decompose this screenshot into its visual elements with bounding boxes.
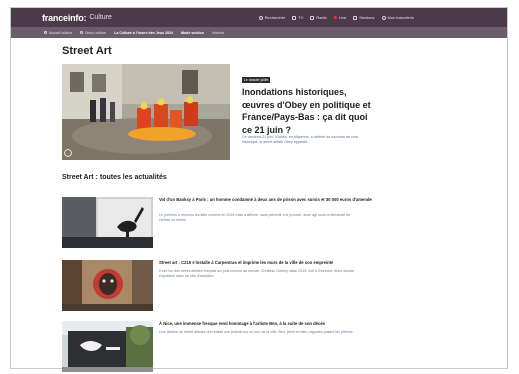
user-icon (381, 15, 386, 20)
nav-tv-label: TV (298, 15, 304, 20)
article-image[interactable] (62, 197, 153, 248)
site-header: franceinfo: Culture Rechercher TV Radio … (11, 8, 507, 27)
article-item[interactable]: Street art : C215 s'installe à Carpentra… (62, 260, 392, 312)
article-item[interactable]: À Nice, une immense fresque rend hommage… (62, 321, 392, 373)
subnav-item-jeux[interactable]: La Culture à l'heure des Jeux 2024 (114, 31, 173, 35)
c215-portrait-photo (62, 260, 153, 311)
nav-sections-label: Sections (359, 15, 375, 20)
article-title[interactable]: Vol d'un Banksy à Paris : un homme conda… (159, 197, 392, 203)
subnav-item-home[interactable]: Accueil culture (44, 31, 72, 35)
article-image[interactable] (62, 260, 153, 311)
site-logo[interactable]: franceinfo: (42, 13, 87, 23)
browser-page: franceinfo: Culture Rechercher TV Radio … (10, 7, 508, 369)
nav-tv[interactable]: TV (292, 15, 303, 20)
nice-fresco-photo (62, 321, 153, 372)
nav-radio-label: Radio (316, 15, 327, 20)
article-description: Il est l'un des street-artistes français… (159, 269, 355, 278)
radio-icon (310, 15, 315, 20)
hero-image[interactable] (62, 64, 230, 160)
section-name[interactable]: Culture (89, 14, 112, 21)
nav-account-label: Mon franceinfo (387, 15, 414, 20)
subnav-item-label: Menu culture (85, 30, 107, 35)
nav-search[interactable]: Rechercher (258, 15, 286, 20)
article-title[interactable]: À Nice, une immense fresque rend hommage… (159, 321, 392, 327)
search-icon (258, 15, 263, 20)
tv-icon (292, 15, 297, 20)
article-image[interactable] (62, 321, 153, 372)
hero-title[interactable]: Inondations historiques, œuvres d'Obey e… (242, 86, 372, 136)
subnav-item-mode[interactable]: Mode section (181, 31, 204, 35)
menu-icon (353, 15, 358, 20)
banksy-rat-photo (62, 197, 153, 248)
page-title: Street Art (62, 45, 112, 57)
menu-icon (80, 31, 84, 34)
home-icon (44, 31, 47, 34)
news-section-title: Street Art : toutes les actualités (62, 174, 167, 181)
nav-search-label: Rechercher (264, 15, 286, 20)
nav-account[interactable]: Mon franceinfo (381, 15, 414, 20)
sub-navigation: Accueil culture Menu culture La Culture … (11, 27, 507, 38)
live-dot-icon (333, 16, 337, 19)
article-description: Le prévenu a reconnu les faits commis en… (159, 213, 351, 222)
header-nav: Rechercher TV Radio Live Sections Mon fr… (258, 15, 414, 20)
nav-radio[interactable]: Radio (310, 15, 327, 20)
article-title[interactable]: Street art : C215 s'installe à Carpentra… (159, 260, 392, 266)
hero-badge: Le dossier juillet (242, 77, 271, 83)
hero-description: Ce vendredi 21 juin, l'Outbis, en Mayenn… (242, 135, 358, 144)
article-item[interactable]: Vol d'un Banksy à Paris : un homme conda… (62, 197, 392, 249)
nav-live[interactable]: Live (333, 15, 347, 20)
nav-live-label: Live (338, 15, 347, 20)
article-description: Une dizaine de street artistes ont réali… (159, 330, 354, 334)
subnav-item-menu[interactable]: Menu culture (80, 31, 106, 35)
nav-sections[interactable]: Sections (353, 15, 375, 20)
subnav-item-label: Accueil culture (49, 30, 73, 35)
subnav-item-internet[interactable]: Internet (212, 31, 224, 35)
hero-photo-flood-rescue (62, 64, 230, 160)
